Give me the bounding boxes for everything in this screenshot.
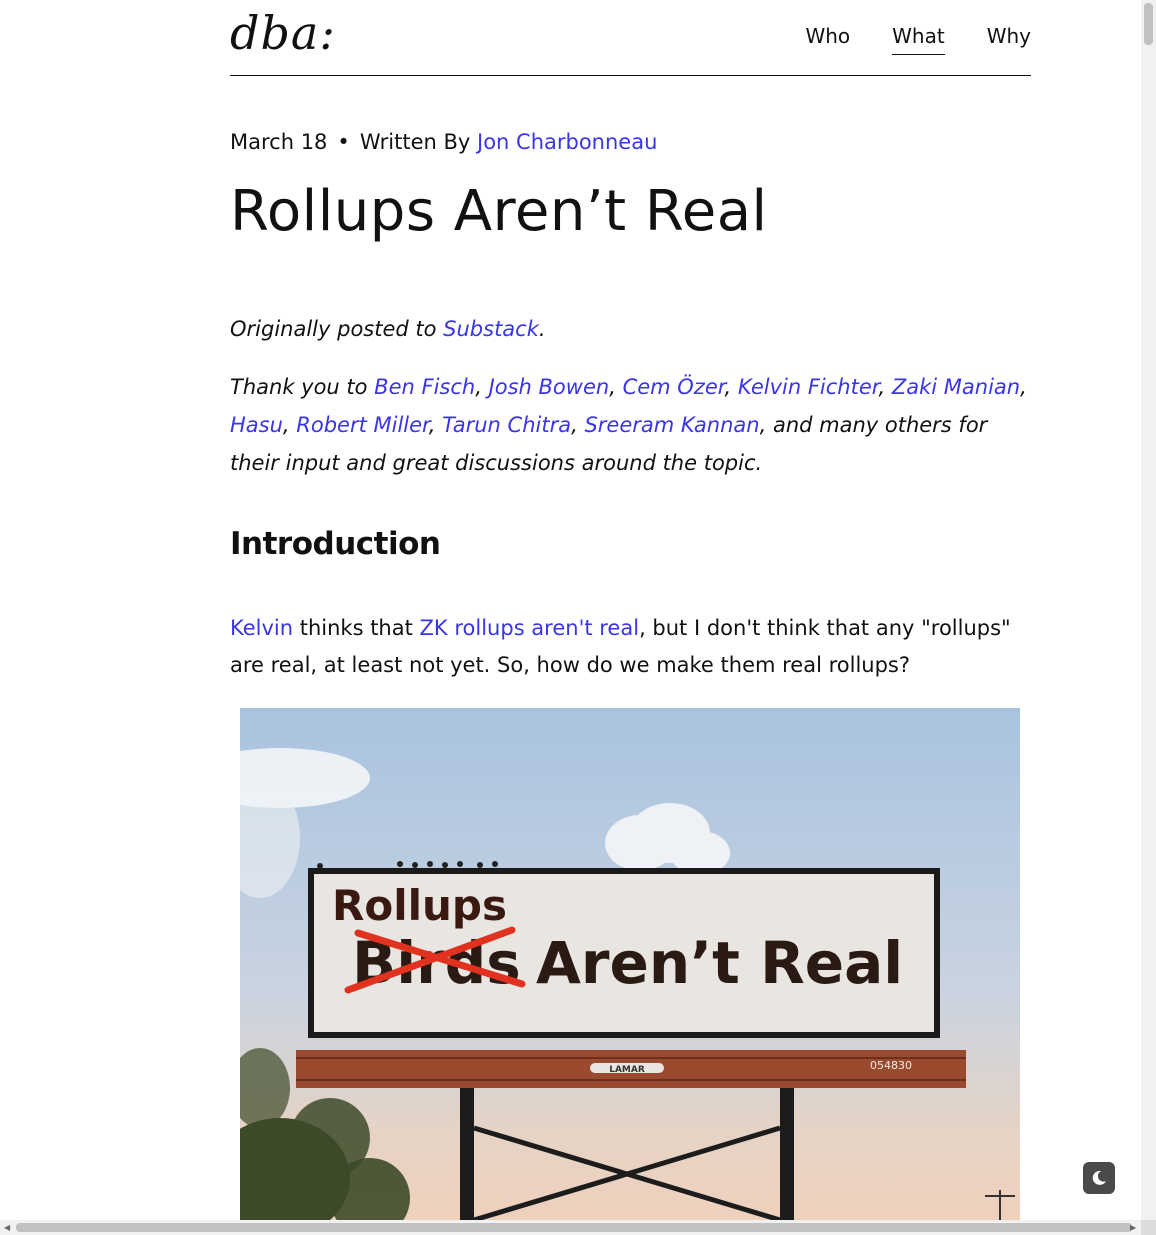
thanks-link[interactable]: Cem Özer	[623, 375, 725, 399]
scrollbar-corner	[1141, 1220, 1156, 1235]
main-nav: Who What Why	[805, 24, 1031, 55]
intro-block: Originally posted to Substack. Thank you…	[230, 310, 1031, 482]
horizontal-scroll-thumb[interactable]	[16, 1223, 1132, 1232]
page-viewport: dba: Who What Why March 18 • Written By Jo…	[0, 0, 1141, 1220]
scroll-right-arrow-icon[interactable]: ▶	[1130, 1223, 1136, 1232]
brand-label: LAMAR	[609, 1065, 645, 1075]
zk-rollups-link[interactable]: ZK rollups aren't real	[420, 616, 640, 640]
thanks-link[interactable]: Sreeram Kannan	[584, 413, 759, 437]
panel-number: 054830	[870, 1059, 912, 1072]
publish-date: March 18	[230, 130, 328, 154]
thanks-link[interactable]: Kelvin Fichter	[738, 375, 879, 399]
site-logo[interactable]: dba:	[230, 6, 336, 60]
article-title: Rollups Aren’t Real	[230, 179, 768, 244]
billboard-image: Rollups Birds Aren’t Real LAMAR 054830	[240, 708, 1020, 1220]
scroll-left-arrow-icon[interactable]: ◀	[4, 1223, 10, 1232]
meta-separator: •	[337, 130, 350, 154]
horizontal-scrollbar[interactable]: ◀ ▶	[0, 1220, 1141, 1235]
thanks-link[interactable]: Hasu	[230, 413, 283, 437]
article: March 18 • Written By Jon Charbonneau Roll…	[230, 130, 1031, 684]
nav-what[interactable]: What	[892, 24, 945, 55]
dark-mode-toggle[interactable]	[1083, 1162, 1115, 1194]
vertical-scrollbar[interactable]	[1141, 0, 1156, 1220]
nav-who[interactable]: Who	[805, 24, 850, 55]
thanks-link[interactable]: Robert Miller	[296, 413, 428, 437]
body-paragraph: Kelvin thinks that ZK rollups aren't rea…	[230, 616, 1011, 678]
thanks-link[interactable]: Tarun Chitra	[442, 413, 571, 437]
billboard-main-text: Aren’t Real	[536, 929, 903, 997]
moon-icon	[1092, 1170, 1106, 1185]
vertical-scroll-thumb[interactable]	[1144, 3, 1153, 45]
originally-posted: Originally posted to Substack.	[230, 317, 546, 342]
author-link[interactable]: Jon Charbonneau	[477, 130, 657, 154]
nav-why[interactable]: Why	[987, 24, 1031, 55]
site-header: dba: Who What Why	[230, 0, 1031, 76]
acknowledgements: Thank you to Ben Fisch, Josh Bowen, Cem …	[230, 375, 1027, 476]
thanks-link[interactable]: Josh Bowen	[489, 375, 610, 399]
thanks-link[interactable]: Zaki Manian	[892, 375, 1020, 399]
substack-link[interactable]: Substack	[443, 317, 539, 341]
billboard-top-word: Rollups	[332, 881, 507, 930]
article-meta: March 18 • Written By Jon Charbonneau	[230, 130, 1031, 154]
section-heading-introduction: Introduction	[230, 526, 441, 563]
kelvin-link[interactable]: Kelvin	[230, 616, 293, 640]
written-by-label: Written By	[359, 130, 471, 154]
thanks-link[interactable]: Ben Fisch	[374, 375, 475, 399]
